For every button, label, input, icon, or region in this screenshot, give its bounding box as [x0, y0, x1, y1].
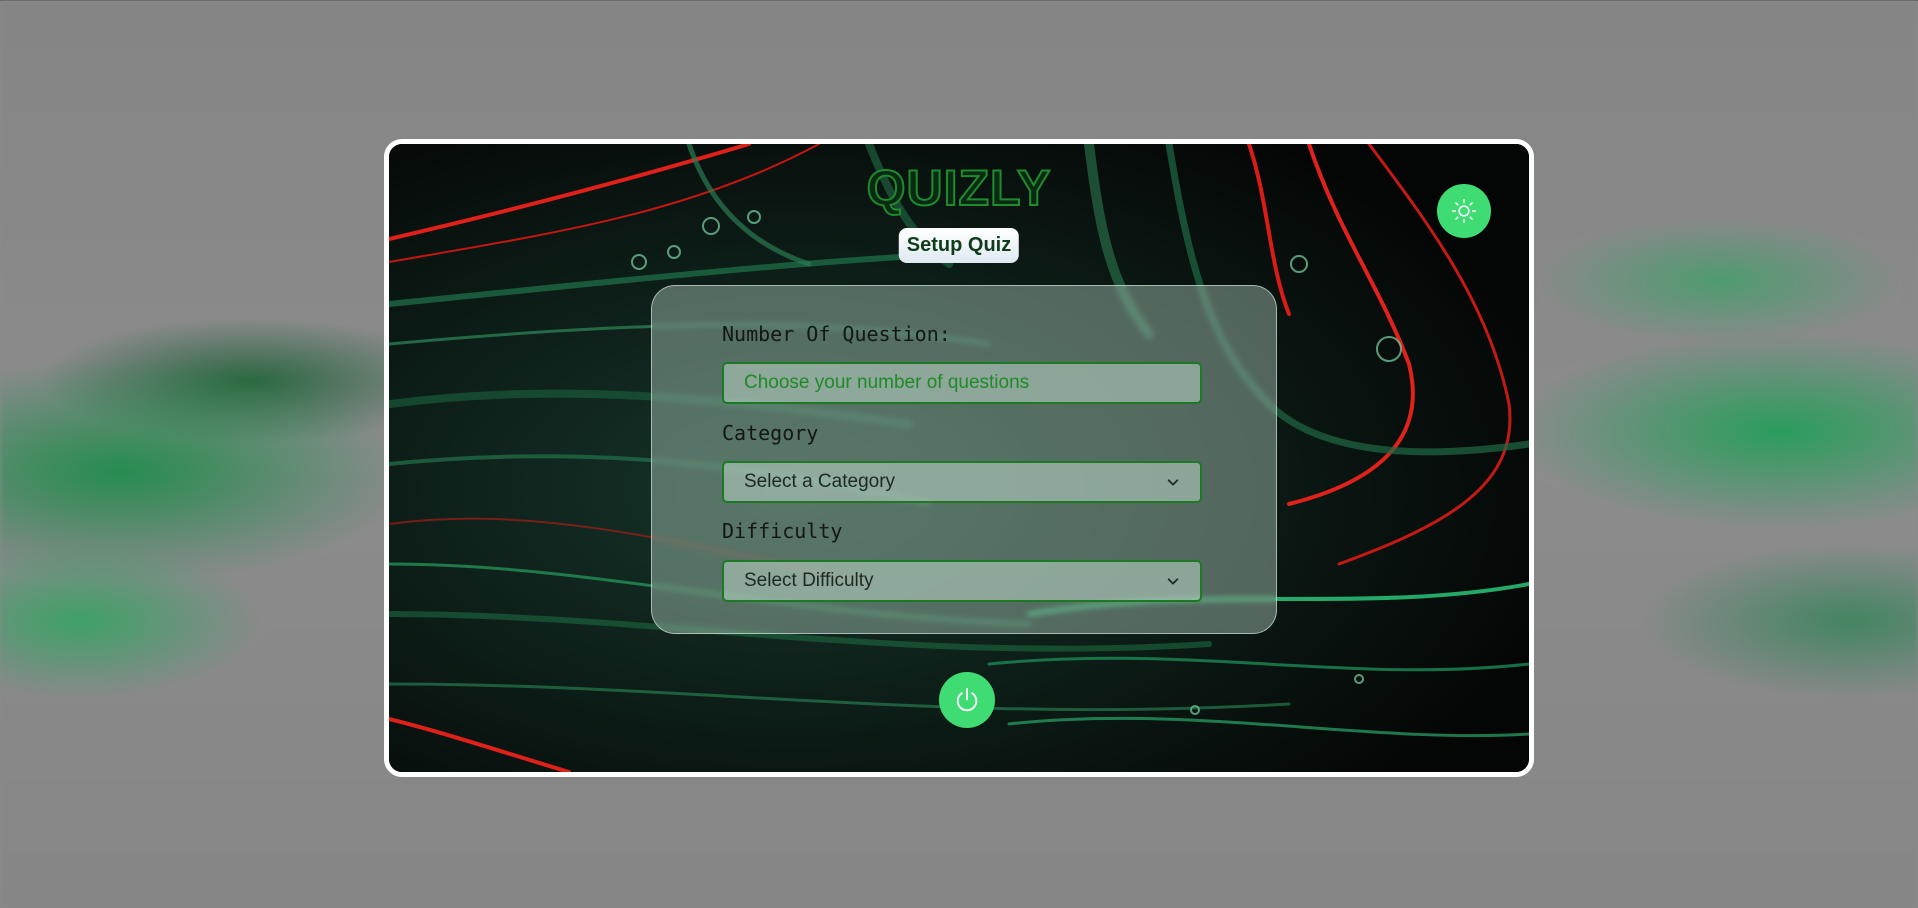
category-select[interactable]: Select a Category [722, 461, 1202, 503]
sun-icon [1451, 198, 1477, 224]
start-quiz-button[interactable] [939, 672, 995, 728]
chevron-down-icon [1167, 479, 1179, 486]
category-label: Category [722, 421, 819, 445]
page-title: Setup Quiz [898, 228, 1020, 263]
questions-input[interactable] [744, 372, 1180, 394]
questions-label: Number Of Question: [722, 322, 951, 346]
difficulty-selected-value: Select Difficulty [744, 570, 874, 591]
theme-toggle-button[interactable] [1437, 184, 1491, 238]
questions-field[interactable] [722, 362, 1202, 404]
quiz-setup-card: QUIZLY Setup Quiz Number Of Question: Ca… [384, 139, 1534, 777]
difficulty-label: Difficulty [722, 519, 843, 543]
chevron-down-icon [1167, 578, 1179, 585]
power-icon [956, 687, 978, 712]
brand-logo: QUIZLY [866, 159, 1052, 217]
difficulty-select[interactable]: Select Difficulty [722, 560, 1202, 602]
category-selected-value: Select a Category [744, 471, 896, 492]
setup-form-panel: Number Of Question: Category Select a Ca… [651, 285, 1277, 634]
